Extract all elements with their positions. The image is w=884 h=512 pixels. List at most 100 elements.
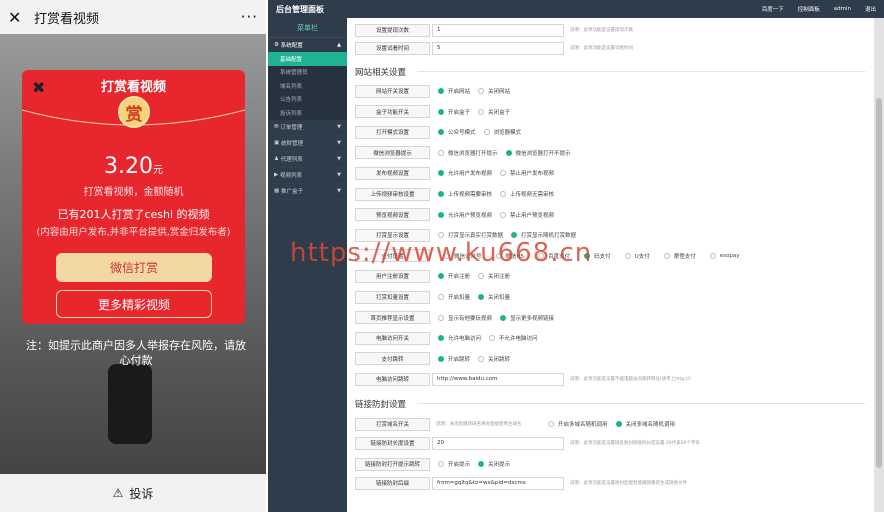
top-link-logout[interactable]: 退出 — [865, 5, 876, 13]
report-button[interactable]: ⚠ 投诉 — [0, 474, 266, 512]
withdraw-count-input[interactable]: 1 — [432, 23, 564, 37]
field-label: 电脑访问跳转 — [355, 372, 430, 386]
sidebar-item-basic[interactable]: 基础配置 — [268, 52, 347, 66]
radio-option[interactable]: 开启扣量 — [438, 293, 470, 301]
more-icon[interactable]: ··· — [241, 8, 258, 26]
radio-dot — [438, 129, 444, 136]
sidebar-menu-agents[interactable]: ♟ 代理列表 ▼ — [268, 152, 347, 168]
phone-title: 打赏看视频 — [34, 11, 100, 27]
field-label: 用户注册设置 — [355, 269, 430, 283]
radio-label: 开启网站 — [448, 89, 471, 95]
radio-option[interactable]: 开启注册 — [438, 272, 470, 280]
radio-dot — [500, 191, 507, 197]
radio-label: U支付 — [634, 253, 650, 260]
field-label: 预览视频设置 — [355, 208, 430, 222]
radio-option[interactable]: 不允许电脑访问 — [489, 334, 538, 342]
sidebar-menu-orders[interactable]: ⛃ 订单管理 ▼ — [268, 120, 347, 136]
radio-option[interactable]: 关闭提示 — [478, 460, 510, 468]
radio-label: 开启盒子 — [448, 109, 471, 116]
radio-option[interactable]: 微信浏览器打开不提示 — [505, 149, 571, 157]
radio-option[interactable]: 开启跳转 — [438, 355, 470, 363]
radio-option[interactable]: 开启多域名随机调用 — [548, 420, 608, 428]
top-link-dashboard[interactable]: 控制面板 — [798, 5, 820, 13]
radio-option[interactable]: 禁止用户预览视频 — [500, 211, 554, 219]
link-length-input[interactable]: 20 — [432, 436, 564, 450]
reward-modal: ✖ 打赏看视频 赏 3.20元 打赏看视频，金额随机 已有201人打赏了cesh… — [22, 70, 245, 324]
scrollbar[interactable] — [874, 18, 884, 512]
radio-option[interactable]: 允许用户预览视频 — [438, 211, 492, 219]
sidebar-menu-finance[interactable]: ▣ 统财管理 ▼ — [268, 136, 347, 152]
wechat-pay-button[interactable]: 微信打赏 — [56, 253, 212, 282]
radio-option[interactable]: 关闭注册 — [478, 272, 510, 280]
radio-option[interactable]: 关闭多域名随机调用 — [615, 420, 675, 428]
sidebar-group-system[interactable]: ⚙ 系统配置 ▲ — [268, 38, 347, 52]
radio-option[interactable]: 上传视频需要审核 — [438, 190, 492, 198]
radio-label: 开启扣量 — [448, 295, 471, 301]
radio-option[interactable]: 摩登支付 — [663, 252, 696, 260]
section-divider — [417, 71, 865, 72]
radio-label: 允许用户发布视频 — [448, 171, 493, 178]
form-row: 支付跳转 开启跳转 关闭跳转 — [355, 352, 510, 366]
sidebar-item-complaints[interactable]: 投诉列表 — [268, 106, 347, 120]
field-label: 链接防封打开提示跳转 — [355, 457, 430, 471]
radio-dot — [478, 108, 485, 115]
radio-dot — [438, 461, 444, 467]
modal-title: 打赏看视频 — [100, 80, 166, 95]
sidebar-item-admins[interactable]: 系统管理员 — [268, 65, 347, 79]
radio-option[interactable]: 微信浏览器打开提示 — [438, 149, 498, 157]
radio-dot — [478, 88, 485, 94]
more-videos-button[interactable]: 更多精彩视频 — [56, 290, 212, 318]
field-label: 支付跳转 — [355, 352, 430, 366]
radio-option[interactable]: 浏览器模式 — [483, 128, 521, 136]
radio-label: esopay — [719, 252, 740, 259]
radio-option[interactable]: 显示更多视频链接 — [500, 314, 554, 322]
close-icon[interactable]: ✕ — [8, 8, 26, 27]
radio-option[interactable]: 关闭跳转 — [478, 355, 510, 363]
radio-option[interactable]: esopay — [709, 252, 740, 259]
radio-label: 显示更多视频链接 — [510, 315, 555, 322]
reward-desc: 打赏看视频，金额随机 — [83, 187, 184, 198]
radio-option[interactable]: U支付 — [624, 252, 650, 260]
field-hint: 说明：此项功能是设置提现次数 — [570, 28, 633, 33]
field-label: 网站开关设置 — [355, 84, 430, 98]
top-link-baidu[interactable]: 百度一下 — [762, 5, 784, 13]
sidebar-item-domains[interactable]: 域名列表 — [268, 79, 347, 93]
radio-option[interactable]: 关闭网站 — [478, 87, 510, 95]
sidebar-item-notices[interactable]: 公告列表 — [268, 92, 347, 106]
chevron-down-icon: ▼ — [337, 124, 341, 130]
phone-preview: ✕ 打赏看视频 ··· ✖ 打赏看视频 赏 3.20元 打赏看视频，金额随机 已… — [0, 0, 266, 512]
radio-label: 微信浏览器打开不提示 — [515, 150, 571, 157]
radio-option[interactable]: 显示有他要玩视频 — [438, 314, 492, 322]
radio-option[interactable]: 禁止用户发布视频 — [500, 169, 554, 177]
radio-dot — [438, 211, 444, 218]
radio-dot — [624, 252, 631, 259]
link-suffix-input[interactable]: from=gqltq&to=wx&pid=dscms — [432, 476, 564, 490]
radio-option[interactable]: 关闭扣量 — [478, 293, 510, 301]
sidebar-menu-videos[interactable]: ▶ 视频列表 ▼ — [268, 168, 347, 184]
top-link-admin[interactable]: admin — [834, 6, 851, 12]
form-row: 设置试看时间 5 说明：此项功能是设置试看时间 — [355, 41, 633, 55]
sidebar-header: 菜单栏 — [268, 18, 347, 38]
radio-option[interactable]: 上传视频无需审核 — [500, 190, 554, 198]
section-title-site: 网站相关设置 — [355, 66, 865, 78]
form-row: 用户注册设置 开启注册 关闭注册 — [355, 269, 510, 283]
radio-option[interactable]: 开启提示 — [438, 460, 470, 468]
radio-option[interactable]: 关闭盒子 — [478, 108, 510, 116]
radio-option[interactable]: 开启网站 — [438, 87, 470, 95]
chevron-down-icon: ▼ — [337, 156, 341, 162]
sidebar-menu-promo[interactable]: ▦ 推广盒子 ▼ — [268, 184, 347, 200]
radio-option[interactable]: 允许用户发布视频 — [438, 169, 492, 177]
radio-dot — [615, 421, 622, 427]
radio-label: 关闭扣量 — [488, 295, 511, 301]
preview-time-input[interactable]: 5 — [432, 41, 564, 55]
field-label: 电脑访问开关 — [355, 331, 430, 345]
chevron-down-icon: ▼ — [337, 172, 341, 178]
radio-option[interactable]: 允许电脑访问 — [438, 334, 481, 342]
scrollbar-thumb[interactable] — [876, 98, 882, 468]
gear-icon: ⚙ — [274, 42, 281, 48]
radio-option[interactable]: 公众号模式 — [438, 128, 476, 136]
radio-option[interactable]: 开启盒子 — [438, 108, 470, 116]
radio-label: 码支付 — [594, 253, 611, 260]
pc-redirect-input[interactable]: http://www.baidu.com — [432, 372, 564, 386]
reward-disclaimer: (内容由用户发布,并非平台提供,赏金归发布者) — [36, 227, 231, 238]
